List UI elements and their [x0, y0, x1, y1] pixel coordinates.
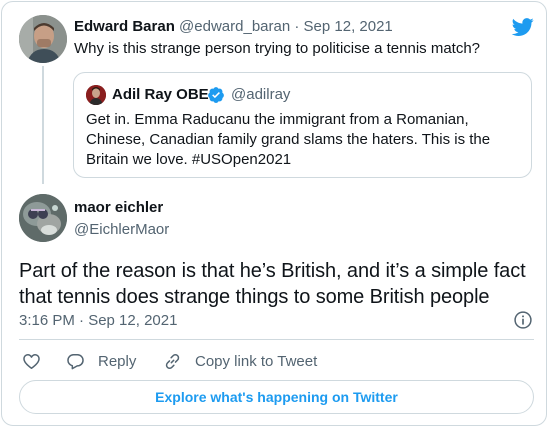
- parent-author-handle[interactable]: @edward_baran: [179, 18, 290, 35]
- link-icon: [165, 354, 180, 369]
- parent-tweet-text: Why is this strange person trying to pol…: [74, 40, 481, 57]
- quoted-author-avatar: [86, 85, 106, 105]
- parent-author-avatar[interactable]: [19, 15, 67, 63]
- like-button[interactable]: [22, 352, 54, 371]
- reply-icon: [67, 354, 84, 370]
- reply-button[interactable]: Reply: [66, 352, 136, 371]
- copy-link-button[interactable]: Copy link to Tweet: [163, 352, 317, 371]
- tweet-timestamp[interactable]: 3:16 PM · Sep 12, 2021: [19, 312, 177, 329]
- thread-connector-line: [42, 66, 44, 184]
- info-icon[interactable]: [513, 310, 533, 330]
- heart-icon: [23, 354, 40, 369]
- parent-tweet-date[interactable]: Sep 12, 2021: [304, 18, 393, 35]
- twitter-bird-icon[interactable]: [511, 16, 535, 38]
- main-tweet-text: Part of the reason is that he’s British,…: [19, 260, 526, 308]
- quoted-tweet[interactable]: Adil Ray OBE @adilray Get in. Emma Raduc…: [73, 72, 532, 178]
- quoted-author-name: Adil Ray OBE: [112, 86, 209, 103]
- header-separator: ·: [294, 18, 300, 35]
- copy-link-label: Copy link to Tweet: [195, 353, 318, 370]
- tweet-embed-card: Edward Baran @edward_baran · Sep 12, 202…: [1, 1, 547, 426]
- main-author-name[interactable]: maor eichler: [74, 199, 163, 216]
- main-author-avatar[interactable]: [19, 194, 67, 242]
- parent-tweet-header: Edward Baran @edward_baran · Sep 12, 202…: [74, 18, 393, 35]
- actions-divider: [19, 339, 534, 340]
- reply-label: Reply: [98, 353, 137, 370]
- parent-author-name[interactable]: Edward Baran: [74, 18, 175, 35]
- main-author-handle[interactable]: @EichlerMaor: [74, 221, 169, 238]
- quoted-author-handle: @adilray: [231, 86, 291, 103]
- quoted-tweet-text: Get in. Emma Raducanu the immigrant from…: [86, 111, 491, 168]
- explore-twitter-button[interactable]: Explore what's happening on Twitter: [19, 380, 534, 414]
- verified-badge-icon: [208, 87, 224, 103]
